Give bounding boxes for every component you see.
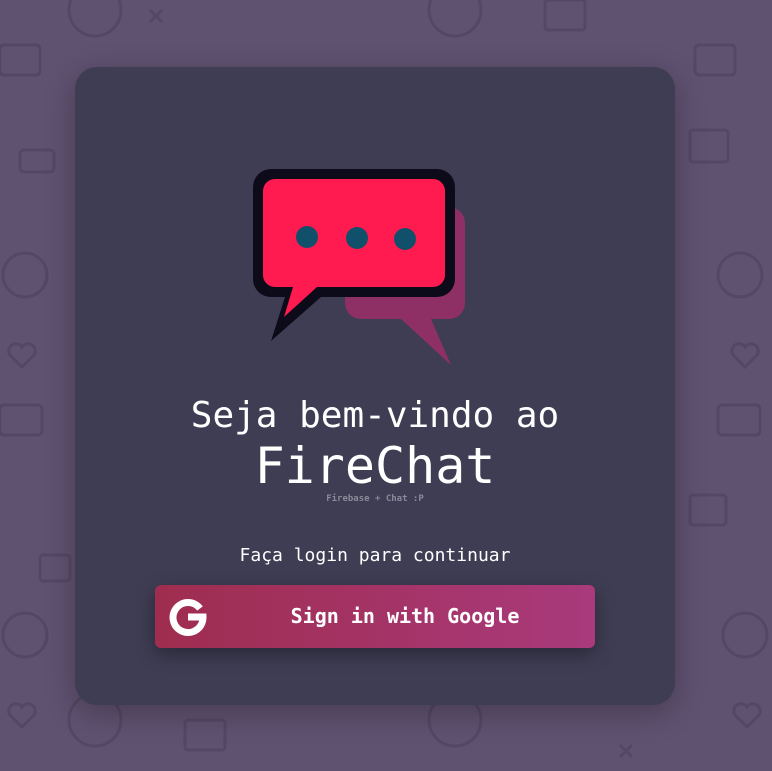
google-sign-in-button[interactable]: Sign in with Google [155, 585, 595, 648]
welcome-greeting: Seja bem-vindo ao [190, 395, 560, 436]
app-tagline: Firebase + Chat :P [326, 494, 424, 504]
google-g-icon [169, 599, 207, 636]
login-prompt: Faça login para continuar [239, 545, 511, 566]
app-title: FireChat [254, 437, 496, 495]
google-sign-in-label: Sign in with Google [290, 604, 520, 628]
login-card: Seja bem-vindo ao FireChat Firebase + Ch… [75, 67, 675, 705]
chat-bubble-logo-icon [253, 169, 465, 365]
